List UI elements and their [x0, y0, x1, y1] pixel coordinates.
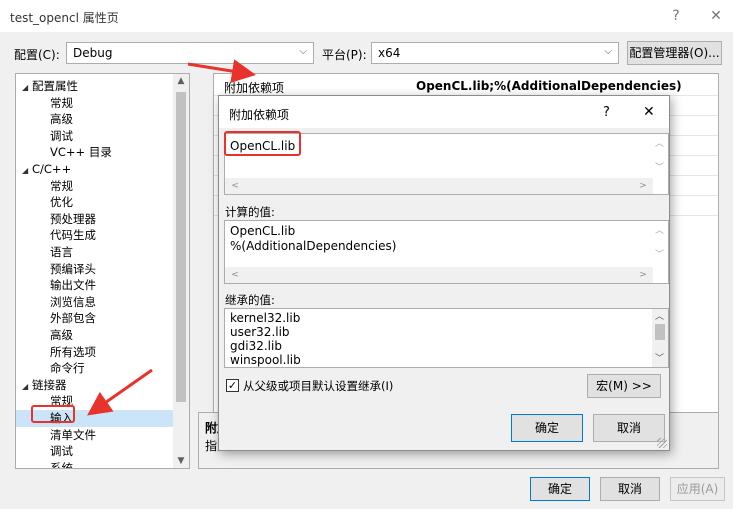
arrow-to-input-item	[87, 368, 153, 416]
arrow-to-additional-dependencies	[187, 59, 256, 83]
highlight-box	[31, 405, 75, 423]
annotation-arrows	[87, 59, 256, 416]
